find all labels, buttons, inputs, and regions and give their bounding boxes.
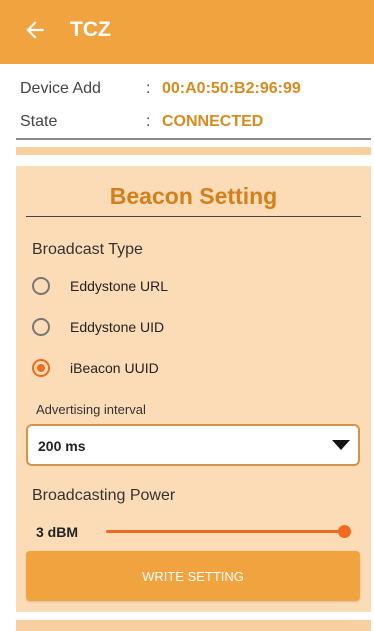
state-separator: : (146, 113, 151, 130)
app-bar: TCZ (0, 0, 374, 64)
radio-button-selected[interactable] (32, 359, 50, 377)
beacon-setting-card (16, 166, 371, 612)
radio-eddystone-uid[interactable]: Eddystone UID (32, 315, 164, 339)
radio-button[interactable] (32, 318, 50, 336)
power-value: 3 dBM (36, 524, 78, 540)
back-arrow-icon[interactable] (22, 17, 48, 43)
radio-label: Eddystone UID (70, 319, 165, 335)
advertising-interval-dropdown[interactable]: 200 ms (26, 424, 360, 466)
info-divider (16, 138, 371, 140)
page-title: TCZ (70, 18, 111, 41)
power-slider-track[interactable] (106, 530, 344, 533)
device-address-label: Device Add (20, 80, 101, 97)
beacon-setting-title: Beacon Setting (109, 183, 278, 209)
radio-eddystone-url[interactable]: Eddystone URL (32, 274, 168, 298)
broadcasting-power-label: Broadcasting Power (32, 487, 176, 504)
device-address-separator: : (146, 80, 151, 97)
radio-ibeacon-uuid[interactable]: iBeacon UUID (32, 356, 159, 380)
advertising-interval-label: Advertising interval (36, 402, 146, 417)
power-slider-thumb[interactable] (338, 525, 351, 538)
broadcast-type-label: Broadcast Type (32, 241, 143, 258)
radio-label: Eddystone URL (70, 278, 169, 294)
radio-label: iBeacon UUID (70, 360, 159, 376)
dropdown-selected-value: 200 ms (38, 438, 86, 454)
previous-card-edge (16, 147, 371, 155)
device-address-value: 00:A0:50:B2:96:99 (162, 80, 301, 97)
state-value: CONNECTED (162, 113, 264, 130)
next-card-edge (16, 620, 371, 631)
title-divider (26, 216, 361, 217)
radio-button[interactable] (32, 277, 50, 295)
state-label: State (20, 113, 58, 130)
write-setting-button[interactable]: WRITE SETTING (26, 551, 360, 601)
dropdown-arrow-icon (332, 440, 350, 450)
